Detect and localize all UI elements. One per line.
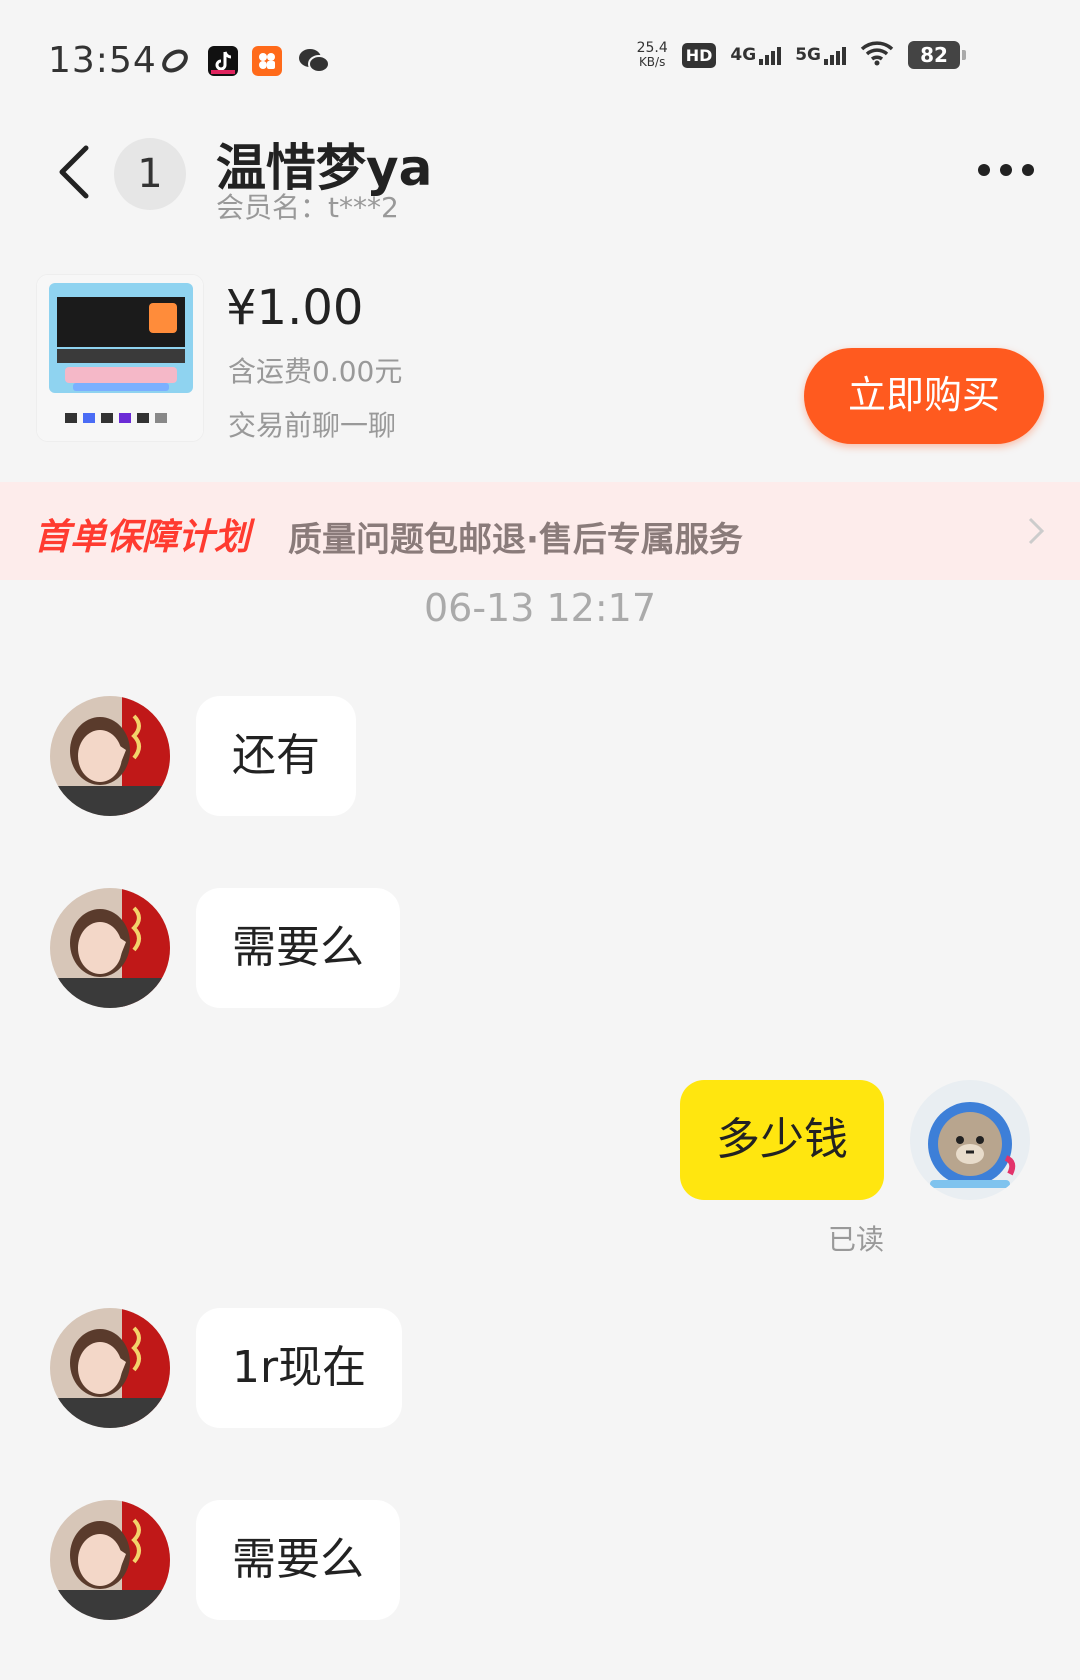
more-dots-icon[interactable] <box>978 164 1034 176</box>
shipping-fee: 含运费0.00元 <box>228 355 403 388</box>
guarantee-description: 质量问题包邮退·售后专属服务 <box>288 520 743 560</box>
chat-timestamp: 06-13 12:17 <box>423 586 656 630</box>
guarantee-title: 首单保障计划 <box>34 517 251 558</box>
status-indicators: 25.4 KB/s HD 4G 5G 82 <box>636 40 966 70</box>
chat-header: 1 温惜梦ya 会员名：t***2 <box>0 120 1080 230</box>
product-price: ¥1.00 <box>226 280 364 336</box>
product-card[interactable]: ¥1.00 含运费0.00元 交易前聊一聊 立即购买 <box>0 260 1080 460</box>
message-bubble[interactable]: 需要么 <box>196 888 400 1008</box>
wifi-icon <box>860 40 894 70</box>
orange-app-icon <box>252 46 282 76</box>
product-thumbnail[interactable] <box>36 274 204 442</box>
chat-screen: 13:54 25.4 KB/s HD 4G 5G 82 1 温惜梦ya 会员名：… <box>0 0 1080 1680</box>
link-icon <box>160 46 190 76</box>
contact-avatar[interactable] <box>50 888 170 1008</box>
contact-avatar[interactable] <box>50 696 170 816</box>
my-avatar[interactable] <box>910 1080 1030 1200</box>
message-bubble[interactable]: 需要么 <box>196 1500 400 1620</box>
status-time: 13:54 <box>48 40 157 81</box>
contact-avatar[interactable] <box>50 1308 170 1428</box>
status-bar: 13:54 25.4 KB/s HD 4G 5G 82 <box>0 0 1080 120</box>
tiktok-icon <box>208 46 238 76</box>
member-name: 会员名：t***2 <box>216 191 399 224</box>
guarantee-banner[interactable]: 首单保障计划 质量问题包邮退·售后专属服务 <box>0 482 1080 580</box>
unread-count-badge[interactable]: 1 <box>114 138 186 210</box>
read-status: 已读 <box>827 1223 884 1256</box>
network-speed: 25.4 KB/s <box>636 40 668 69</box>
contact-avatar[interactable] <box>50 1500 170 1620</box>
chevron-left-icon[interactable] <box>54 142 94 202</box>
message-bubble[interactable]: 1r现在 <box>196 1308 403 1428</box>
chevron-right-icon <box>1026 516 1046 546</box>
wechat-icon <box>298 46 330 76</box>
chat-hint: 交易前聊一聊 <box>228 409 397 442</box>
battery-indicator: 82 <box>908 41 966 69</box>
hd-icon: HD <box>681 42 717 68</box>
my-message-bubble[interactable]: 多少钱 <box>680 1080 884 1200</box>
buy-now-button[interactable]: 立即购买 <box>804 348 1044 444</box>
signal-4g: 4G <box>730 45 782 65</box>
message-bubble[interactable]: 还有 <box>196 696 356 816</box>
signal-5g: 5G <box>795 45 846 65</box>
